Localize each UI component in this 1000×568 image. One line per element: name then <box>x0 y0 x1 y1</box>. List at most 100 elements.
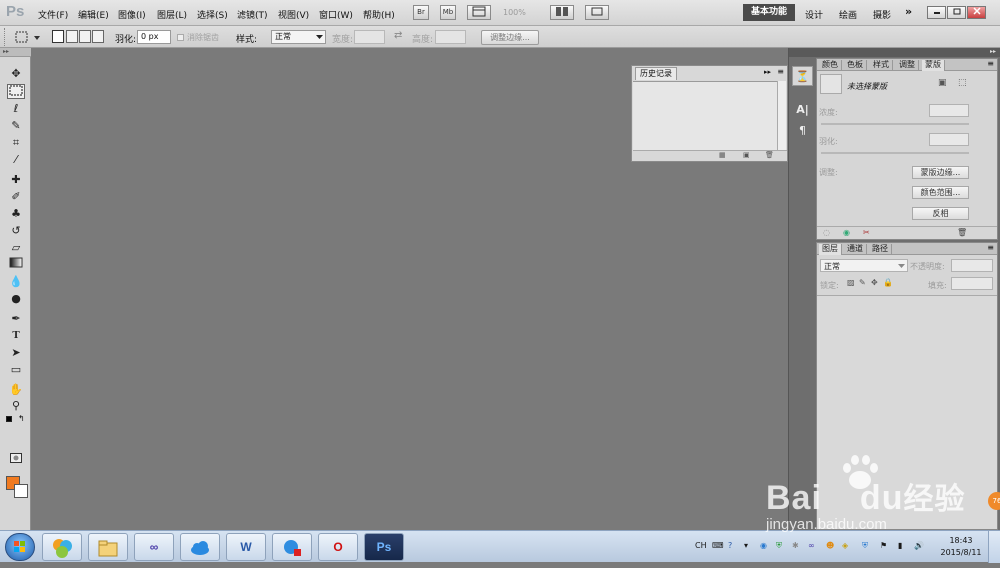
new-selection-icon[interactable] <box>52 30 64 43</box>
tools-panel-header[interactable]: ▸▸ <box>0 48 31 57</box>
snapshot-icon[interactable]: ▦ <box>719 151 726 159</box>
add-selection-icon[interactable] <box>66 30 78 43</box>
blend-mode-select[interactable]: 正常 <box>820 259 908 272</box>
taskbar-baidu-cloud[interactable] <box>180 533 220 561</box>
bluetooth-icon[interactable]: ✱ <box>792 541 799 550</box>
mask-feather-input[interactable] <box>929 133 969 146</box>
qq-icon[interactable]: ☻ <box>826 541 834 550</box>
taskbar-app-colorful[interactable] <box>42 533 82 561</box>
bridge-button[interactable]: Br <box>413 5 429 20</box>
start-button[interactable] <box>5 533 35 561</box>
refine-edge-button[interactable]: 调整边缘... <box>481 30 539 45</box>
tool-preset-picker[interactable] <box>14 30 42 45</box>
pixel-mask-icon[interactable]: ▣ <box>938 78 947 88</box>
menu-image[interactable]: 图像(I) <box>118 8 146 21</box>
lock-pixels-icon[interactable]: ✎ <box>859 278 866 287</box>
layers-list[interactable] <box>817 296 997 529</box>
eraser-tool-icon[interactable]: ▱ <box>7 240 25 255</box>
antialias-checkbox[interactable] <box>177 34 184 41</box>
dodge-tool-icon[interactable]: ● <box>7 291 25 306</box>
density-input[interactable] <box>929 104 969 117</box>
workspace-photography[interactable]: 摄影 <box>873 8 891 21</box>
history-scrollbar[interactable] <box>777 81 786 151</box>
workspace-painting[interactable]: 绘画 <box>839 8 857 21</box>
history-panel-icon[interactable]: ⏳ <box>792 66 813 86</box>
taskbar-infinity-app[interactable]: ∞ <box>134 533 174 561</box>
menu-help[interactable]: 帮助(H) <box>363 8 395 21</box>
mini-bridge-button[interactable]: Mb <box>440 5 456 20</box>
gradient-tool-icon[interactable] <box>7 257 25 272</box>
taskbar-word[interactable]: W <box>226 533 266 561</box>
menu-layer[interactable]: 图层(L) <box>157 8 187 21</box>
workspace-design[interactable]: 设计 <box>805 8 823 21</box>
load-selection-icon[interactable]: ◌ <box>823 228 830 237</box>
marquee-tool-icon[interactable] <box>7 84 25 99</box>
help-icon[interactable]: ? <box>728 541 732 550</box>
view-extras-button[interactable] <box>467 5 491 20</box>
options-grip[interactable] <box>4 28 7 46</box>
workspace-essentials[interactable]: 基本功能 <box>743 4 795 21</box>
density-slider[interactable] <box>821 123 969 125</box>
shield-icon[interactable]: ⛨ <box>776 541 782 551</box>
visibility-icon[interactable]: ◉ <box>843 228 850 237</box>
path-selection-tool-icon[interactable]: ➤ <box>7 345 25 360</box>
trash-icon[interactable]: 🗑 <box>765 151 774 159</box>
background-color-swatch[interactable] <box>14 484 28 498</box>
lasso-tool-icon[interactable]: ℓ <box>7 101 25 116</box>
taskbar-opera[interactable]: O <box>318 533 358 561</box>
paragraph-panel-icon[interactable]: ¶ <box>792 121 813 141</box>
ime-icon[interactable]: ⌨ <box>712 541 724 550</box>
crop-tool-icon[interactable]: ⌗ <box>7 135 25 150</box>
lock-position-icon[interactable]: ✥ <box>871 278 878 287</box>
swap-dimensions-icon[interactable]: ⇄ <box>394 30 402 41</box>
menu-select[interactable]: 选择(S) <box>197 8 228 21</box>
vector-mask-icon[interactable]: ⬚ <box>958 78 967 88</box>
menu-window[interactable]: 窗口(W) <box>319 8 353 21</box>
history-tab[interactable]: 历史记录 <box>635 67 677 80</box>
dock-header[interactable]: ▸▸ <box>815 48 1000 57</box>
tab-styles[interactable]: 样式 <box>870 60 893 71</box>
menu-file[interactable]: 文件(F) <box>38 8 68 21</box>
collapse-icon[interactable]: ▸▸ <box>764 68 771 76</box>
apply-mask-icon[interactable]: ✂ <box>863 228 870 237</box>
security-icon[interactable]: ◉ <box>760 541 767 550</box>
brush-tool-icon[interactable]: ✐ <box>7 189 25 204</box>
fill-input[interactable] <box>951 277 993 290</box>
pen-tool-icon[interactable]: ✒ <box>7 311 25 326</box>
infinity-tray-icon[interactable]: ∞ <box>808 541 815 550</box>
healing-brush-tool-icon[interactable]: ✚ <box>7 172 25 187</box>
height-input[interactable] <box>435 30 466 44</box>
panel-menu-icon[interactable]: ≡ <box>777 67 784 76</box>
default-colors-icon[interactable] <box>6 416 12 422</box>
clone-stamp-tool-icon[interactable]: ♣ <box>7 206 25 221</box>
tab-layers[interactable]: 图层 <box>819 244 842 255</box>
screen-mode-button[interactable] <box>585 5 609 20</box>
mask-feather-slider[interactable] <box>821 152 969 154</box>
swap-colors-icon[interactable]: ↰ <box>18 414 25 423</box>
tab-color[interactable]: 颜色 <box>819 60 842 71</box>
subtract-selection-icon[interactable] <box>79 30 91 43</box>
tab-channels[interactable]: 通道 <box>844 244 867 255</box>
layers-panel-menu-icon[interactable]: ≡ <box>987 243 994 252</box>
quick-mask-icon[interactable] <box>7 452 25 467</box>
arrange-documents-button[interactable] <box>550 5 574 20</box>
close-button[interactable] <box>967 6 986 19</box>
show-desktop-button[interactable] <box>988 531 1000 563</box>
notification-badge[interactable]: 76 <box>988 492 1000 510</box>
dock-collapse-icon[interactable]: ▸▸ <box>990 48 996 55</box>
system-clock[interactable]: 18:43 2015/8/11 <box>938 535 984 559</box>
move-tool-icon[interactable]: ✥ <box>7 66 25 81</box>
lock-all-icon[interactable]: 🔒 <box>883 278 893 287</box>
quick-select-tool-icon[interactable]: ✎ <box>7 118 25 133</box>
shape-tool-icon[interactable]: ▭ <box>7 362 25 377</box>
tab-paths[interactable]: 路径 <box>869 244 892 255</box>
style-select[interactable]: 正常 <box>271 30 326 44</box>
tab-masks[interactable]: 蒙版 <box>922 60 945 71</box>
menu-view[interactable]: 视图(V) <box>278 8 309 21</box>
mask-edge-button[interactable]: 蒙版边缘... <box>912 166 969 179</box>
type-tool-icon[interactable]: T <box>7 328 25 343</box>
update-icon[interactable]: ◈ <box>842 541 848 550</box>
language-indicator[interactable]: CH <box>695 541 707 550</box>
workspace-more-icon[interactable]: » <box>905 5 912 18</box>
tab-swatches[interactable]: 色板 <box>844 60 867 71</box>
